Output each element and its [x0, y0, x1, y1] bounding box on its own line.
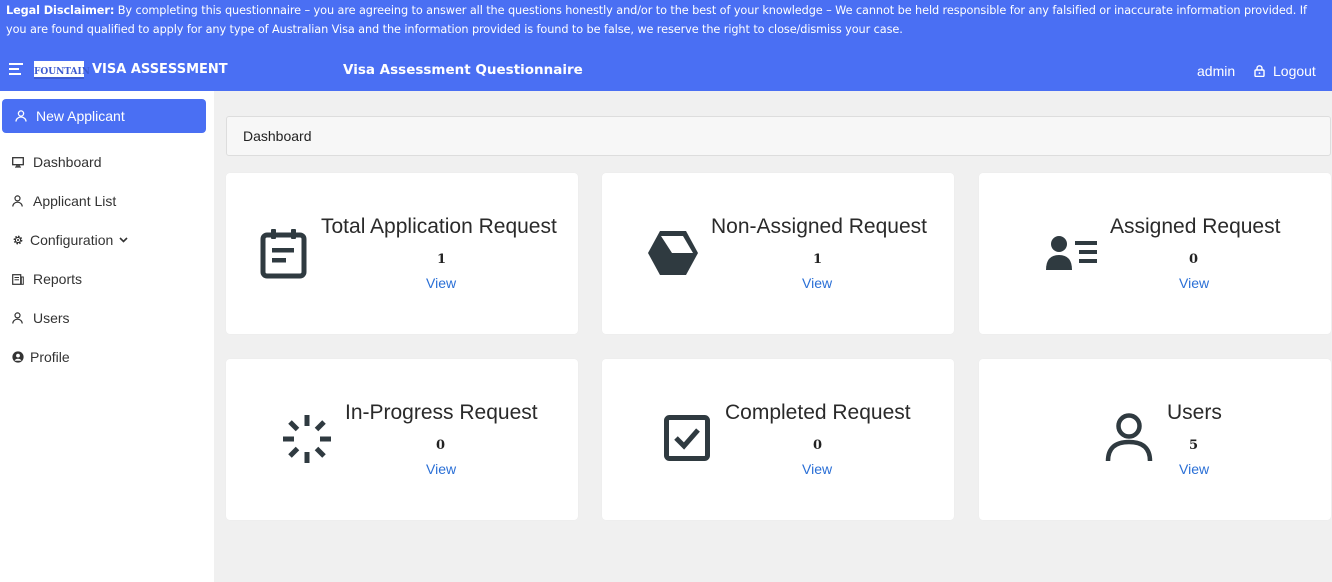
- card-count: 5: [1189, 438, 1199, 453]
- sidebar-item-label: Profile: [30, 349, 70, 365]
- checkbox-icon: [664, 415, 710, 461]
- logout-label: Logout: [1273, 63, 1316, 79]
- sidebar-item-label: Applicant List: [33, 193, 117, 209]
- card-count: 1: [813, 252, 823, 267]
- report-icon: [11, 273, 24, 286]
- view-link[interactable]: View: [426, 275, 456, 291]
- hexagon-box-icon: [648, 231, 698, 275]
- sidebar-item-label: Configuration: [30, 232, 114, 248]
- card-title: In-Progress Request: [345, 401, 538, 424]
- sidebar-item-label: Dashboard: [33, 154, 102, 170]
- card-count: 0: [1189, 252, 1199, 267]
- chevron-down-icon: [119, 237, 128, 243]
- sidebar-item-label: Reports: [33, 271, 83, 287]
- user-icon: [11, 195, 24, 208]
- breadcrumb: Dashboard: [226, 116, 1331, 156]
- spinner-icon: [283, 415, 331, 463]
- view-link[interactable]: View: [1179, 461, 1209, 477]
- profile-circle-icon: [11, 351, 24, 364]
- card-title: Total Application Request: [321, 215, 557, 238]
- top-navbar: FOUNTAIN VISA ASSESSMENT Visa Assessment…: [0, 50, 1332, 91]
- menu-toggle-icon[interactable]: [9, 63, 23, 77]
- card-title: Users: [1167, 401, 1222, 424]
- card-title: Completed Request: [725, 401, 911, 424]
- stat-card-assigned: Assigned Request 0 View: [979, 173, 1331, 334]
- view-link[interactable]: View: [802, 275, 832, 291]
- card-count: 1: [437, 252, 447, 267]
- view-link[interactable]: View: [426, 461, 456, 477]
- stat-card-non-assigned: Non-Assigned Request 1 View: [602, 173, 954, 334]
- sidebar: New Applicant Dashboard Applicant List C…: [0, 91, 214, 582]
- card-title: Assigned Request: [1110, 215, 1281, 238]
- new-applicant-button[interactable]: New Applicant: [2, 99, 206, 133]
- lock-icon: [1254, 65, 1265, 77]
- monitor-icon: [11, 156, 24, 169]
- sidebar-item-reports[interactable]: Reports: [11, 271, 82, 287]
- stat-card-in-progress: In-Progress Request 0 View: [226, 359, 578, 520]
- stat-card-completed: Completed Request 0 View: [602, 359, 954, 520]
- user-outline-icon: [1105, 413, 1153, 462]
- page-title: Visa Assessment Questionnaire: [343, 62, 583, 78]
- calendar-icon: [260, 229, 307, 279]
- sidebar-item-label: Users: [33, 310, 70, 326]
- sidebar-item-applicant-list[interactable]: Applicant List: [11, 193, 116, 209]
- current-user[interactable]: admin: [1197, 63, 1235, 79]
- brand-name: VISA ASSESSMENT: [92, 62, 228, 77]
- user-icon: [15, 110, 27, 122]
- disclaimer-text: By completing this questionnaire – you a…: [6, 4, 1307, 36]
- fountain-logo: FOUNTAIN: [34, 61, 90, 79]
- view-link[interactable]: View: [1179, 275, 1209, 291]
- card-title: Non-Assigned Request: [711, 215, 927, 238]
- card-count: 0: [813, 438, 823, 453]
- stat-card-users: Users 5 View: [979, 359, 1331, 520]
- sidebar-item-dashboard[interactable]: Dashboard: [11, 154, 102, 170]
- user-icon: [11, 312, 24, 325]
- disclaimer-label: Legal Disclaimer:: [6, 4, 115, 17]
- view-link[interactable]: View: [802, 461, 832, 477]
- gear-icon: [11, 234, 24, 247]
- user-list-icon: [1046, 236, 1097, 270]
- legal-disclaimer: Legal Disclaimer: By completing this que…: [0, 0, 1332, 50]
- new-applicant-label: New Applicant: [36, 108, 125, 124]
- stat-card-total-application: Total Application Request 1 View: [226, 173, 578, 334]
- logout-button[interactable]: Logout: [1254, 63, 1316, 79]
- sidebar-item-users[interactable]: Users: [11, 310, 70, 326]
- sidebar-item-configuration[interactable]: Configuration: [11, 232, 128, 248]
- card-count: 0: [436, 438, 446, 453]
- sidebar-item-profile[interactable]: Profile: [11, 349, 70, 365]
